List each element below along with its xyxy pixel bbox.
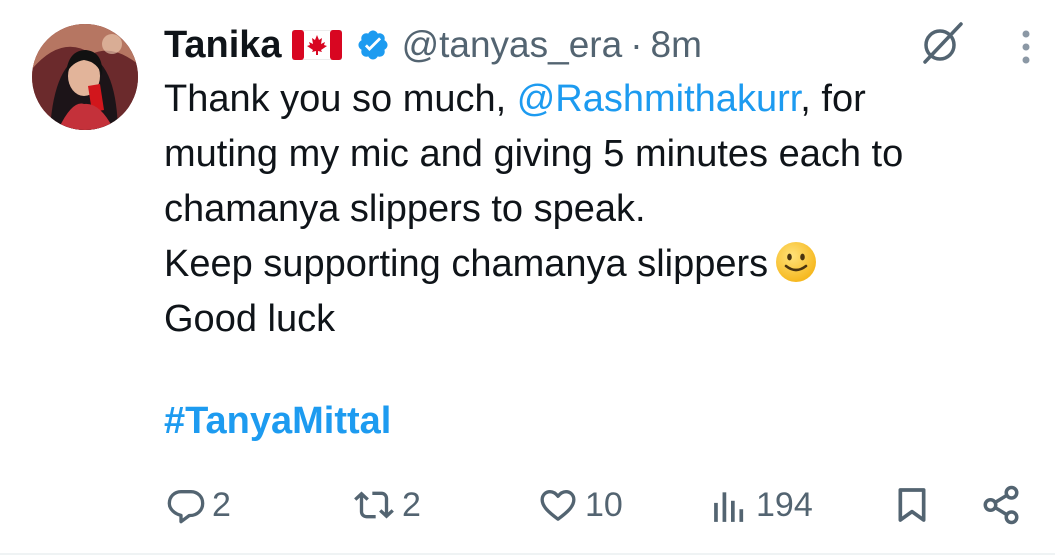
like-button[interactable]: 10	[537, 478, 623, 532]
tweet-text-segment: Keep supporting chamanya slippers	[164, 243, 769, 285]
slightly-smiling-face-emoji	[774, 240, 818, 284]
avatar[interactable]	[32, 24, 138, 130]
more-options-icon[interactable]	[1016, 28, 1036, 68]
reply-count: 2	[212, 485, 231, 524]
repost-count: 2	[402, 485, 421, 524]
tweet-line-3: chamanya slippers to speak.	[164, 188, 646, 230]
views-count: 194	[756, 485, 813, 524]
grok-icon[interactable]	[917, 20, 967, 66]
heart-icon	[537, 485, 579, 525]
tweet-header: Tanika @tanyas_era · 8m	[164, 22, 702, 68]
repost-icon	[352, 485, 396, 525]
bookmark-icon	[892, 484, 932, 526]
verified-badge-icon[interactable]	[356, 28, 390, 62]
like-count: 10	[585, 485, 623, 524]
views-button[interactable]: 194	[712, 478, 813, 532]
tweet-text-segment: Thank you so much,	[164, 78, 517, 120]
tweet-line-2: muting my mic and giving 5 minutes each …	[164, 133, 904, 175]
divider	[0, 553, 1055, 555]
tweet-line-5: Good luck	[164, 298, 336, 340]
tweet-text: Thank you so much, @Rashmithakurr, for m…	[164, 72, 1034, 347]
reply-button[interactable]: 2	[166, 478, 231, 532]
share-icon	[980, 484, 1022, 526]
hashtag-link[interactable]: #TanyaMittal	[164, 400, 391, 443]
tweet-text-segment: , for	[800, 78, 866, 120]
share-button[interactable]	[980, 478, 1022, 532]
tweet-line-4: Keep supporting chamanya slippers	[164, 237, 1034, 292]
mention-link[interactable]: @Rashmithakurr	[517, 78, 801, 120]
bookmark-button[interactable]	[892, 478, 932, 532]
repost-button[interactable]: 2	[352, 478, 421, 532]
analytics-icon	[712, 485, 750, 525]
tweet-line-1: Thank you so much, @Rashmithakurr, for	[164, 72, 1034, 127]
timestamp[interactable]: 8m	[651, 24, 702, 66]
tweet-actions-bar: 2 2 10 194	[0, 478, 1055, 532]
separator-dot: ·	[630, 24, 643, 65]
reply-icon	[166, 485, 206, 525]
canada-flag-icon	[291, 29, 343, 61]
author-handle[interactable]: @tanyas_era	[402, 24, 623, 66]
author-name[interactable]: Tanika	[164, 24, 282, 67]
